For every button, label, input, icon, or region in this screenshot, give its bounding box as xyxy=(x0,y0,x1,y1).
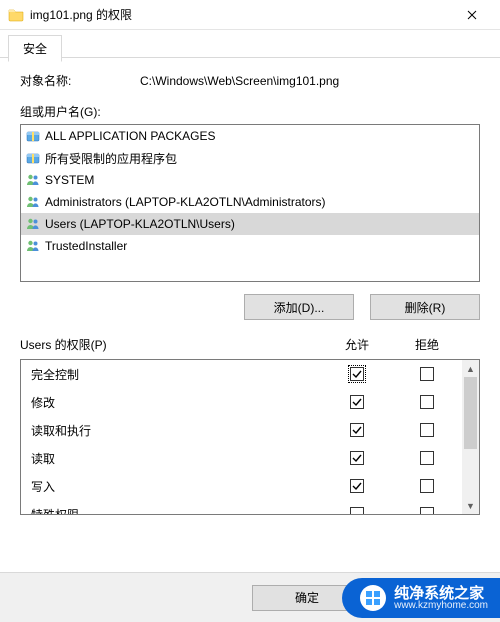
close-icon xyxy=(467,10,477,20)
users-icon xyxy=(25,216,41,232)
add-button[interactable]: 添加(D)... xyxy=(244,294,354,320)
scroll-down-button[interactable]: ▼ xyxy=(462,497,479,514)
permission-name: 读取和执行 xyxy=(31,422,322,439)
watermark-title: 纯净系统之家 xyxy=(394,586,488,601)
permission-row: 写入 xyxy=(21,472,462,500)
group-item-label: ALL APPLICATION PACKAGES xyxy=(45,129,216,143)
watermark: 纯净系统之家 www.kzmyhome.com xyxy=(342,578,500,618)
watermark-url: www.kzmyhome.com xyxy=(394,601,488,611)
scroll-thumb[interactable] xyxy=(464,377,477,449)
deny-checkbox[interactable] xyxy=(420,423,434,437)
group-item-label: TrustedInstaller xyxy=(45,239,127,253)
permission-name: 完全控制 xyxy=(31,366,322,383)
group-item[interactable]: 所有受限制的应用程序包 xyxy=(21,147,479,169)
close-button[interactable] xyxy=(452,0,492,30)
permission-row: 读取和执行 xyxy=(21,416,462,444)
group-item[interactable]: TrustedInstaller xyxy=(21,235,479,257)
group-item-label: SYSTEM xyxy=(45,173,94,187)
package-icon xyxy=(25,150,41,166)
permission-row: 修改 xyxy=(21,388,462,416)
tab-security[interactable]: 安全 xyxy=(8,35,62,62)
group-item-label: Administrators (LAPTOP-KLA2OTLN\Administ… xyxy=(45,195,326,209)
object-name-value: C:\Windows\Web\Screen\img101.png xyxy=(140,74,480,88)
group-item[interactable]: ALL APPLICATION PACKAGES xyxy=(21,125,479,147)
scrollbar[interactable]: ▲ ▼ xyxy=(462,360,479,514)
dialog-body: 对象名称: C:\Windows\Web\Screen\img101.png 组… xyxy=(0,58,500,525)
group-item[interactable]: Administrators (LAPTOP-KLA2OTLN\Administ… xyxy=(21,191,479,213)
tab-strip: 安全 xyxy=(0,30,500,58)
package-icon xyxy=(25,128,41,144)
allow-checkbox[interactable] xyxy=(350,367,364,381)
object-name-label: 对象名称: xyxy=(20,72,140,89)
permissions-label: Users 的权限(P) xyxy=(20,336,322,353)
permission-name: 写入 xyxy=(31,478,322,495)
group-item-label: Users (LAPTOP-KLA2OTLN\Users) xyxy=(45,217,235,231)
allow-checkbox[interactable] xyxy=(350,423,364,437)
group-item[interactable]: Users (LAPTOP-KLA2OTLN\Users) xyxy=(21,213,479,235)
deny-column-header: 拒绝 xyxy=(392,336,462,353)
permissions-list: 完全控制修改读取和执行读取写入特殊权限 ▲ ▼ xyxy=(20,359,480,515)
deny-checkbox[interactable] xyxy=(420,367,434,381)
users-icon xyxy=(25,194,41,210)
remove-button[interactable]: 删除(R) xyxy=(370,294,480,320)
allow-checkbox[interactable] xyxy=(350,507,364,514)
allow-checkbox[interactable] xyxy=(350,451,364,465)
deny-checkbox[interactable] xyxy=(420,451,434,465)
folder-icon xyxy=(8,7,24,23)
object-name-row: 对象名称: C:\Windows\Web\Screen\img101.png xyxy=(20,72,480,89)
permission-name: 读取 xyxy=(31,450,322,467)
watermark-logo-icon xyxy=(360,585,386,611)
deny-checkbox[interactable] xyxy=(420,395,434,409)
scroll-up-button[interactable]: ▲ xyxy=(462,360,479,377)
title-bar: img101.png 的权限 xyxy=(0,0,500,30)
deny-checkbox[interactable] xyxy=(420,507,434,514)
allow-column-header: 允许 xyxy=(322,336,392,353)
permission-row: 特殊权限 xyxy=(21,500,462,514)
allow-checkbox[interactable] xyxy=(350,395,364,409)
permission-name: 修改 xyxy=(31,394,322,411)
groups-list[interactable]: ALL APPLICATION PACKAGES 所有受限制的应用程序包 SYSTE… xyxy=(20,124,480,282)
permissions-header: Users 的权限(P) 允许 拒绝 xyxy=(20,336,480,353)
group-item[interactable]: SYSTEM xyxy=(21,169,479,191)
users-icon xyxy=(25,172,41,188)
permission-name: 特殊权限 xyxy=(31,506,322,515)
window-title: img101.png 的权限 xyxy=(30,6,452,23)
groups-label: 组或用户名(G): xyxy=(20,103,480,120)
group-item-label: 所有受限制的应用程序包 xyxy=(45,150,177,167)
permission-row: 完全控制 xyxy=(21,360,462,388)
scroll-track[interactable] xyxy=(462,377,479,497)
permission-row: 读取 xyxy=(21,444,462,472)
deny-checkbox[interactable] xyxy=(420,479,434,493)
allow-checkbox[interactable] xyxy=(350,479,364,493)
users-icon xyxy=(25,238,41,254)
